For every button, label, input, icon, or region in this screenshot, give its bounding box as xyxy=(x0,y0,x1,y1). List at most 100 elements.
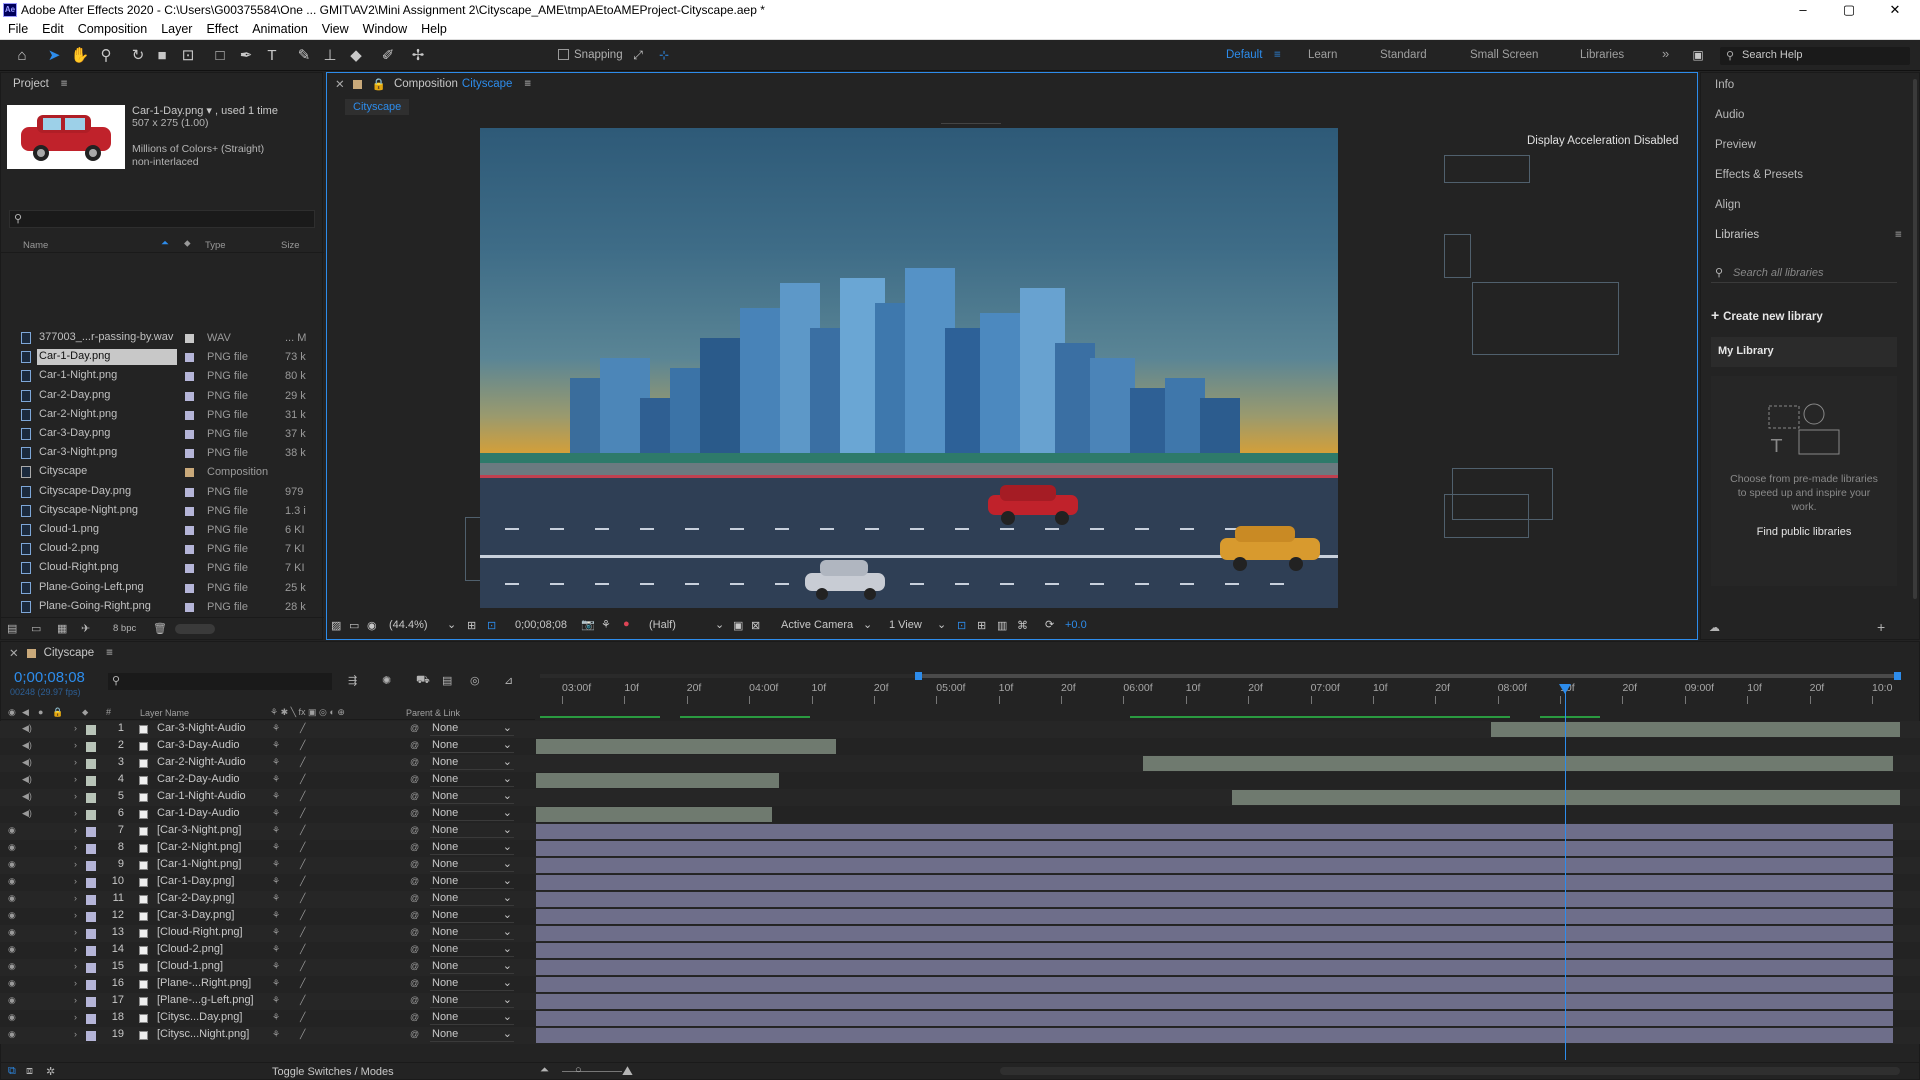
parent-select[interactable]: None ⌄ xyxy=(430,960,514,974)
shy-icon[interactable]: ⚘ xyxy=(272,842,280,853)
eye-icon[interactable]: ◉ xyxy=(8,876,16,887)
layer-duration-bar[interactable] xyxy=(536,875,1894,890)
quality-icon[interactable]: ╱ xyxy=(300,893,305,904)
parent-select[interactable]: None ⌄ xyxy=(430,773,514,787)
eraser-tool-icon[interactable]: ◆ xyxy=(346,45,366,65)
eye-icon[interactable]: ◉ xyxy=(8,927,16,938)
label-swatch[interactable] xyxy=(86,827,96,837)
fast-preview-icon[interactable]: ▣ xyxy=(733,619,743,632)
snap-options-icon[interactable]: ⤢ xyxy=(628,45,648,65)
layer-switches-icon[interactable]: ⧉ xyxy=(8,1065,16,1078)
project-item-row[interactable]: Cloud-Right.png PNG file 7 KI xyxy=(1,559,324,578)
layer-name[interactable]: [Citysc...Day.png] xyxy=(157,1011,242,1023)
layer-name[interactable]: Car-3-Day-Audio xyxy=(157,739,240,751)
eye-icon[interactable]: ◉ xyxy=(8,944,16,955)
eye-icon[interactable]: ◉ xyxy=(8,842,16,853)
project-item-row[interactable]: Car-1-Day.png PNG file 73 k xyxy=(1,348,324,367)
project-item-row[interactable]: Cityscape-Day.png PNG file 979 xyxy=(1,483,324,502)
layer-row[interactable]: ◉ › 10 [Car-1-Day.png] ⚘ ╱ @ None ⌄ xyxy=(0,874,1920,891)
composition-viewer[interactable] xyxy=(480,128,1338,608)
layer-row[interactable]: ◉ › 16 [Plane-...Right.png] ⚘ ╱ @ None ⌄ xyxy=(0,976,1920,993)
effects-presets-panel-tab[interactable]: Effects & Presets xyxy=(1715,169,1803,181)
layer-duration-bar[interactable] xyxy=(536,841,1894,856)
menu-layer[interactable]: Layer xyxy=(161,22,192,36)
comp-tab-name[interactable]: Cityscape xyxy=(462,78,513,90)
layer-duration-bar[interactable] xyxy=(536,1028,1894,1043)
eye-icon[interactable]: ◉ xyxy=(8,893,16,904)
layer-duration-bar[interactable] xyxy=(536,960,1894,975)
layer-duration-bar[interactable] xyxy=(536,1011,1894,1026)
parent-select[interactable]: None ⌄ xyxy=(430,824,514,838)
selection-tool-icon[interactable]: ➤ xyxy=(44,45,64,65)
time-ruler[interactable]: 03:00f 10f 20f 04:00f 10f 20f 05:00f 10f 20f 06:0… xyxy=(540,680,1900,704)
layer-row[interactable]: ◉ › 9 [Car-1-Night.png] ⚘ ╱ @ None ⌄ xyxy=(0,857,1920,874)
menu-file[interactable]: File xyxy=(8,22,28,36)
parent-select[interactable]: None ⌄ xyxy=(430,1011,514,1025)
label-swatch[interactable] xyxy=(86,776,96,786)
parent-select[interactable]: None ⌄ xyxy=(430,926,514,940)
label-swatch[interactable] xyxy=(86,793,96,803)
timeline-search-input[interactable]: ⚲ xyxy=(108,673,332,690)
audio-toggle-icon[interactable]: ◀) xyxy=(22,774,32,785)
expand-chevron-icon[interactable]: › xyxy=(74,910,77,920)
snapshot-icon[interactable]: 📷 xyxy=(581,618,595,631)
parent-select[interactable]: None ⌄ xyxy=(430,722,514,736)
timeline-zoom-slider[interactable] xyxy=(562,1071,622,1072)
label-swatch[interactable] xyxy=(86,861,96,871)
pickwhip-icon[interactable]: @ xyxy=(410,740,419,750)
libraries-search-input[interactable]: ⚲ Search all libraries xyxy=(1711,263,1897,283)
label-tag-icon[interactable]: ⬥ xyxy=(184,238,191,249)
timeline-current-time[interactable]: 0;00;08;08 xyxy=(14,669,85,686)
parent-select[interactable]: None ⌄ xyxy=(430,858,514,872)
shy-icon[interactable]: ⚘ xyxy=(272,774,280,785)
close-button[interactable]: ✕ xyxy=(1872,0,1918,19)
layer-row[interactable]: ◀) › 3 Car-2-Night-Audio ⚘ ╱ @ None ⌄ xyxy=(0,755,1920,772)
eye-icon[interactable]: ◉ xyxy=(8,961,16,972)
col-name[interactable]: Name xyxy=(23,240,48,251)
show-snapshot-icon[interactable]: ⚘ xyxy=(601,618,611,631)
item-dropdown-icon[interactable]: ▾ xyxy=(206,105,212,117)
timeline-menu-icon[interactable]: ≡ xyxy=(106,647,113,659)
label-swatch[interactable] xyxy=(86,844,96,854)
motion-blur-icon[interactable]: ◎ xyxy=(470,674,480,687)
expand-chevron-icon[interactable]: › xyxy=(74,995,77,1005)
project-search-input[interactable]: ⚲ xyxy=(9,210,315,228)
current-time[interactable]: 0;00;08;08 xyxy=(515,619,567,631)
layer-name[interactable]: [Car-2-Day.png] xyxy=(157,892,234,904)
expand-chevron-icon[interactable]: › xyxy=(74,842,77,852)
label-swatch[interactable] xyxy=(86,878,96,888)
quality-icon[interactable]: ╱ xyxy=(300,791,305,802)
libraries-panel-title[interactable]: Libraries xyxy=(1715,229,1759,241)
workspace-standard[interactable]: Standard xyxy=(1380,49,1427,61)
shy-icon[interactable]: ⚘ xyxy=(272,927,280,938)
layer-name[interactable]: [Car-3-Night.png] xyxy=(157,824,241,836)
layer-row[interactable]: ◉ › 19 [Citysc...Night.png] ⚘ ╱ @ None ⌄ xyxy=(0,1027,1920,1044)
pickwhip-icon[interactable]: @ xyxy=(410,791,419,801)
search-help-input[interactable]: ⚲ Search Help xyxy=(1720,47,1910,65)
expand-chevron-icon[interactable]: › xyxy=(74,944,77,954)
pen-tool-icon[interactable]: ✒ xyxy=(236,45,256,65)
modes-icon[interactable]: ⧈ xyxy=(26,1065,33,1078)
expand-chevron-icon[interactable]: › xyxy=(74,961,77,971)
layer-duration-bar[interactable] xyxy=(536,977,1894,992)
layer-name[interactable]: [Cloud-Right.png] xyxy=(157,926,243,938)
layer-duration-bar[interactable] xyxy=(1490,722,1900,737)
project-item-row[interactable]: Plane-Going-Right.png PNG file 28 k xyxy=(1,598,324,617)
hand-tool-icon[interactable]: ✋ xyxy=(70,45,90,65)
parent-select[interactable]: None ⌄ xyxy=(430,790,514,804)
toggle-switches-modes-button[interactable]: Toggle Switches / Modes xyxy=(272,1066,394,1078)
expand-chevron-icon[interactable]: › xyxy=(74,825,77,835)
quality-icon[interactable]: ╱ xyxy=(300,876,305,887)
shy-icon[interactable]: ⚘ xyxy=(272,740,280,751)
cloud-sync-icon[interactable]: ☁ xyxy=(1709,621,1720,634)
parent-select[interactable]: None ⌄ xyxy=(430,892,514,906)
chevron-down-icon[interactable]: ⌄ xyxy=(715,618,724,631)
parent-select[interactable]: None ⌄ xyxy=(430,909,514,923)
minimize-button[interactable]: – xyxy=(1780,0,1826,19)
audio-toggle-icon[interactable]: ◀) xyxy=(22,808,32,819)
chevron-down-icon[interactable]: ⌄ xyxy=(937,618,946,631)
layer-name[interactable]: [Car-1-Day.png] xyxy=(157,875,234,887)
create-library-button[interactable]: + Create new library xyxy=(1711,307,1823,323)
shy-icon[interactable]: ⚘ xyxy=(272,1012,280,1023)
workspace-small-screen[interactable]: Small Screen xyxy=(1470,49,1538,61)
